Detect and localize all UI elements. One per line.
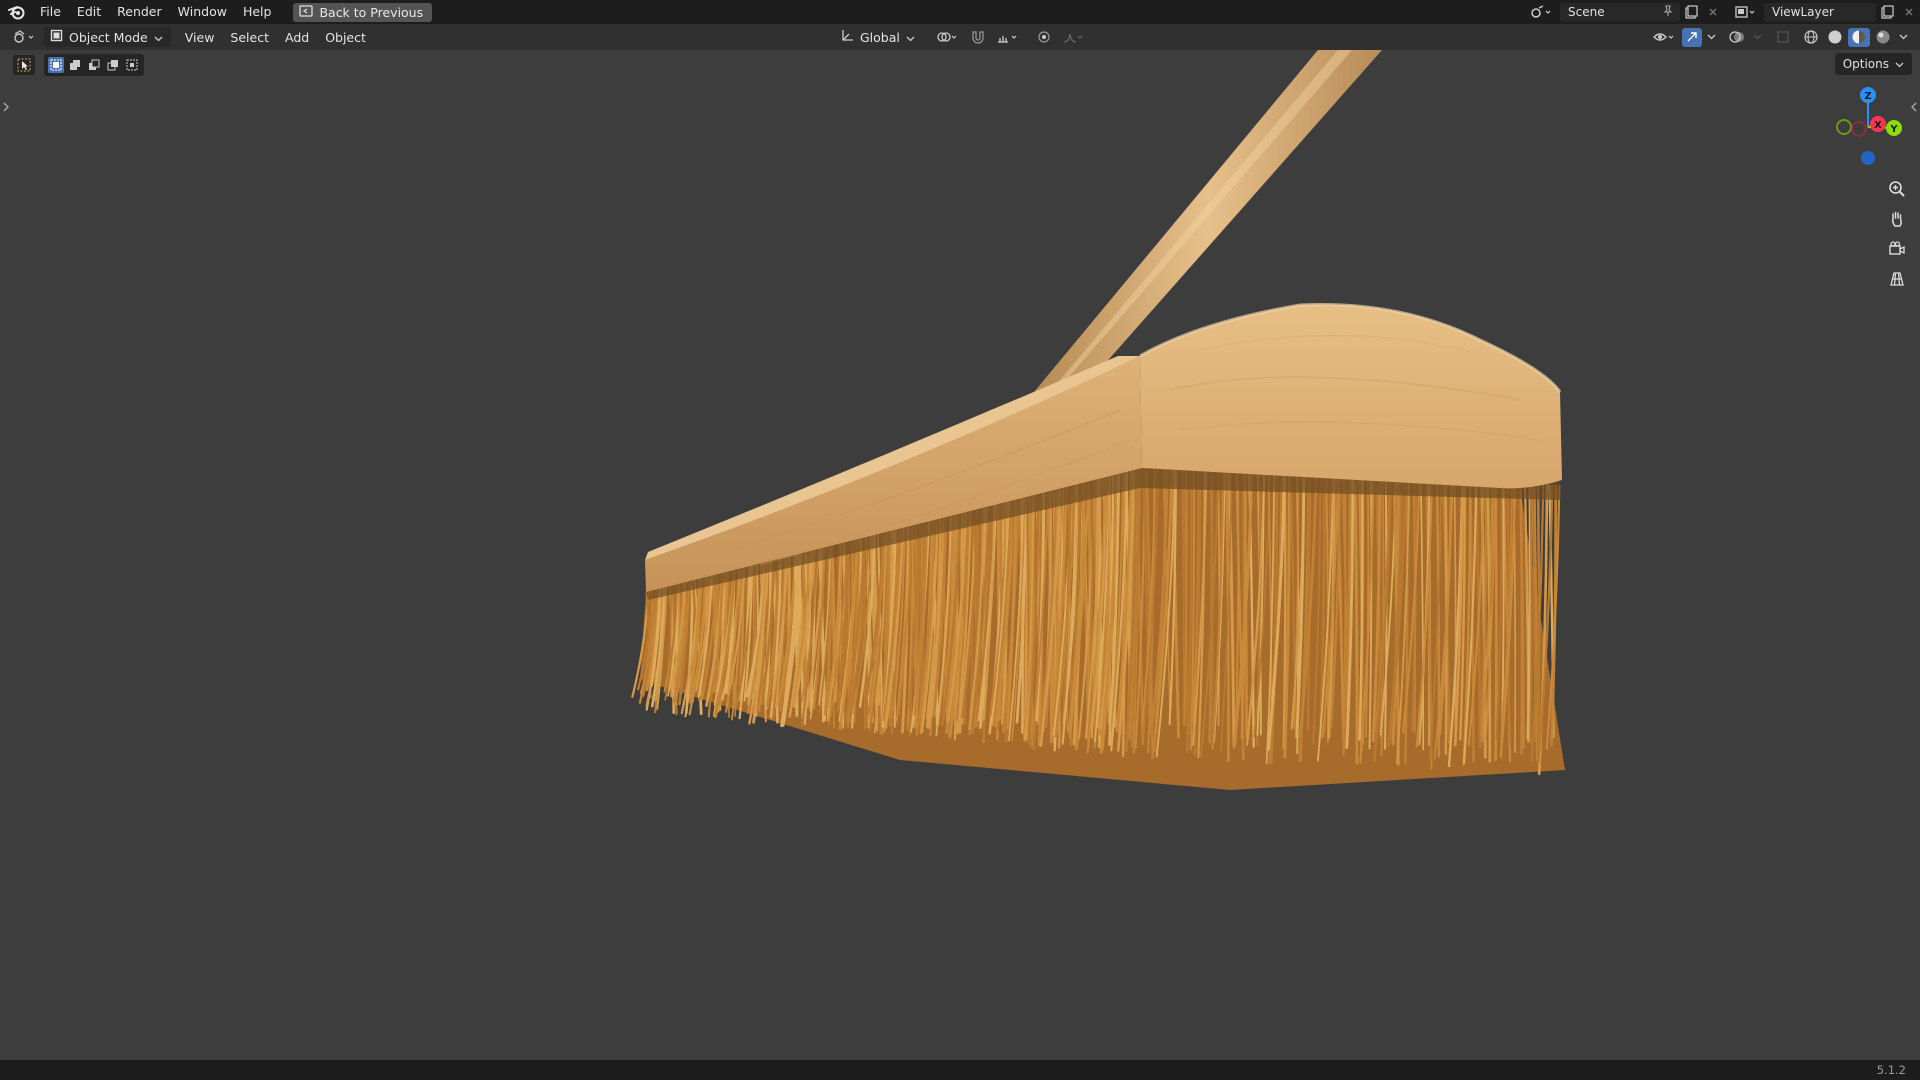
solid-shading-icon[interactable]: [1824, 28, 1846, 47]
wireframe-shading-icon[interactable]: [1800, 28, 1822, 47]
blender-logo-icon[interactable]: [2, 0, 32, 24]
visibility-eye-icon[interactable]: [1650, 28, 1680, 47]
chevron-down-icon: [154, 30, 163, 45]
chevron-down-icon: [906, 30, 915, 45]
delete-scene-icon[interactable]: [1702, 3, 1724, 22]
screen-back-icon: [299, 4, 314, 20]
select-invert-icon[interactable]: [105, 57, 121, 73]
view-layer-type-icon[interactable]: [1730, 3, 1760, 22]
status-bar: 5.1.2: [0, 1060, 1920, 1080]
pin-icon[interactable]: [1662, 4, 1674, 20]
snap-target-icon[interactable]: [993, 28, 1023, 47]
chevron-down-icon: [1895, 57, 1904, 71]
chevron-down-icon[interactable]: [1750, 28, 1764, 47]
camera-icon[interactable]: [1884, 236, 1910, 262]
transform-orientation-label: Global: [860, 29, 900, 45]
gizmo-neg-x: [1851, 121, 1867, 137]
new-scene-icon[interactable]: [1680, 3, 1702, 22]
new-view-layer-icon[interactable]: [1876, 3, 1898, 22]
menu-add[interactable]: Add: [277, 30, 317, 45]
back-to-previous-button[interactable]: Back to Previous: [293, 2, 433, 22]
version-label: 5.1.2: [1876, 1063, 1906, 1077]
select-tool-icon[interactable]: [12, 54, 36, 76]
gizmo-x-label: X: [1874, 120, 1882, 131]
3d-viewport[interactable]: [0, 50, 1920, 1060]
view-layer-selector[interactable]: ViewLayer: [1764, 2, 1876, 22]
gizmo-neg-y: [1836, 119, 1852, 135]
gizmo-z-label: Z: [1864, 91, 1871, 102]
menu-select[interactable]: Select: [222, 30, 277, 45]
scene-selector[interactable]: Scene: [1560, 2, 1680, 22]
xray-icon[interactable]: [1772, 28, 1794, 47]
select-intersect-icon[interactable]: [124, 57, 140, 73]
zoom-icon[interactable]: [1884, 176, 1910, 202]
object-mode-icon: [50, 29, 63, 45]
material-preview-shading-icon[interactable]: [1848, 27, 1870, 47]
rendered-shading-icon[interactable]: [1872, 28, 1894, 47]
top-right-controls: Scene ViewLayer: [1526, 0, 1920, 24]
navigation-gizmo[interactable]: Z X Y: [1822, 84, 1912, 174]
chevron-down-icon[interactable]: [1704, 28, 1718, 47]
menu-window[interactable]: Window: [170, 0, 235, 24]
menu-view[interactable]: View: [177, 30, 223, 45]
viewport-header: Object Mode View Select Add Object Globa…: [0, 24, 1920, 50]
select-subtract-icon[interactable]: [86, 57, 102, 73]
select-extend-icon[interactable]: [67, 57, 83, 73]
menu-object[interactable]: Object: [317, 30, 374, 45]
gizmo-neg-z: [1861, 151, 1875, 165]
orientation-axes-icon: [840, 29, 854, 46]
delete-view-layer-icon[interactable]: [1898, 3, 1920, 22]
navigation-tools: [1884, 176, 1910, 292]
menu-render[interactable]: Render: [109, 0, 170, 24]
pivot-point-icon[interactable]: [933, 28, 963, 47]
grid-icon[interactable]: [1884, 266, 1910, 292]
back-to-previous-label: Back to Previous: [319, 4, 424, 20]
scene-name: Scene: [1568, 5, 1605, 19]
editor-type-icon[interactable]: [10, 27, 40, 46]
options-label: Options: [1842, 57, 1889, 71]
transform-orientation-dropdown[interactable]: Global: [834, 27, 921, 47]
chevron-down-icon[interactable]: [1896, 28, 1910, 47]
blender-window: File Edit Render Window Help Back to Pre…: [0, 0, 1920, 1080]
tool-settings-row: [12, 54, 144, 76]
proportional-editing-icon[interactable]: [1033, 28, 1055, 47]
snap-icon[interactable]: [967, 28, 989, 47]
falloff-curve-icon[interactable]: [1059, 28, 1089, 47]
selection-mode-group: [44, 54, 144, 76]
broom-model: [631, 50, 1565, 790]
menu-help[interactable]: Help: [235, 0, 280, 24]
scene-type-icon[interactable]: [1526, 3, 1556, 22]
menu-file[interactable]: File: [32, 0, 69, 24]
pan-hand-icon[interactable]: [1884, 206, 1910, 232]
menu-edit[interactable]: Edit: [69, 0, 109, 24]
select-new-icon[interactable]: [48, 57, 64, 73]
view-layer-name: ViewLayer: [1772, 5, 1834, 19]
viewport-display-controls: [1650, 27, 1910, 47]
overlays-icon[interactable]: [1726, 28, 1748, 47]
object-mode-label: Object Mode: [69, 29, 148, 45]
gizmo-toggle-icon[interactable]: [1682, 27, 1702, 47]
transform-controls: Global: [834, 27, 1089, 47]
gizmo-y-label: Y: [1889, 124, 1898, 135]
toolbar-toggle-arrow-icon[interactable]: [2, 100, 10, 114]
top-menu-bar: File Edit Render Window Help Back to Pre…: [0, 0, 1920, 24]
object-mode-dropdown[interactable]: Object Mode: [44, 27, 171, 47]
options-dropdown[interactable]: Options: [1834, 53, 1912, 75]
